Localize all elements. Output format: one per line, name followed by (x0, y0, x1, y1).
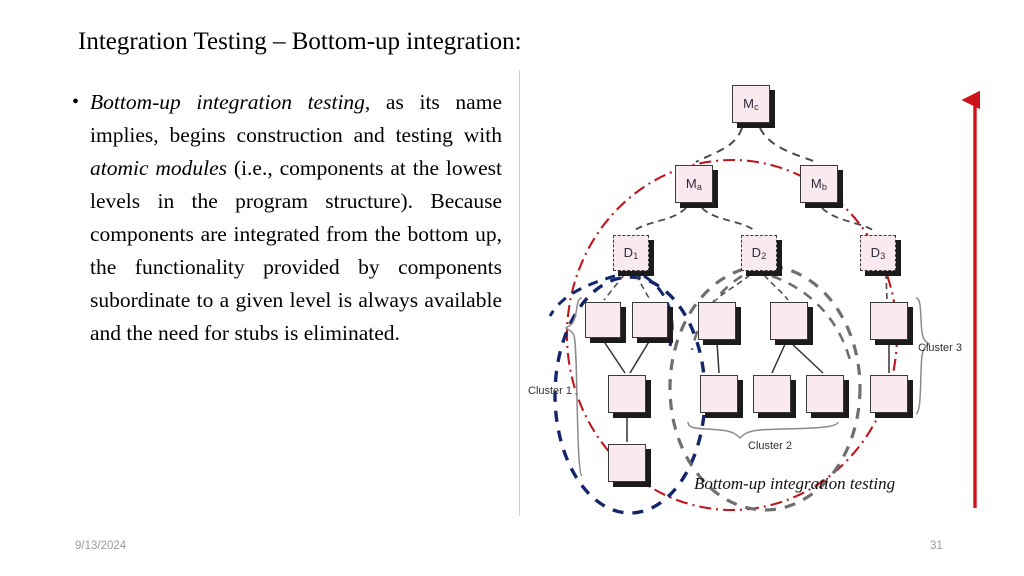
connector-c1a-c1c (602, 339, 626, 374)
body-text: (i.e., components at the lowest levels i… (90, 156, 502, 345)
driver-node-d1-label: D1 (623, 245, 639, 261)
component-box (608, 444, 646, 482)
connector-c2b-c2e (789, 341, 824, 374)
cluster-label-cluster1: Cluster 1 (528, 385, 573, 397)
module-node-mb: Mb (800, 165, 838, 203)
footer-date: 9/13/2024 (75, 540, 127, 552)
connector-d3-c3a (885, 272, 888, 301)
driver-node-d2: D2 (741, 235, 777, 271)
module-node-mc-label: Mc (743, 96, 759, 112)
footer-page-number: 31 (930, 540, 943, 552)
component-box (753, 375, 791, 413)
driver-node-d3: D3 (860, 235, 896, 271)
module-node-mb-label: Mb (810, 176, 828, 192)
driver-node-d3-label: D3 (870, 245, 886, 261)
connector-mc-mb (759, 127, 817, 163)
connector-c2a-c2c (716, 341, 720, 374)
figure-caption: Bottom-up integration testing (694, 474, 896, 493)
connector-ma-d1 (631, 207, 687, 233)
cluster-label-cluster3: Cluster 3 (918, 342, 963, 354)
bullet-paragraph: Bottom-up integration testing, as its na… (90, 86, 502, 350)
component-box (806, 375, 844, 413)
diagram-vector-layer (548, 86, 980, 515)
module-node-ma: Ma (675, 165, 713, 203)
body-content: • Bottom-up integration testing, as its … (72, 86, 502, 350)
cluster2-brace (687, 421, 839, 440)
connector-mb-d3 (821, 207, 877, 233)
connector-c2b-c2d (771, 341, 787, 374)
module-node-mc: Mc (732, 85, 770, 123)
bottom-up-integration-diagram: Mc Ma Mb D1 D2 D3 Cluster 1 Cluster 2 Clus… (520, 70, 980, 520)
component-box (585, 302, 621, 338)
bullet-item: • Bottom-up integration testing, as its … (72, 86, 502, 350)
component-box (632, 302, 668, 338)
component-box (608, 375, 646, 413)
component-box (770, 302, 808, 340)
driver-node-d1: D1 (613, 235, 649, 271)
emphasis-text: atomic modules (90, 156, 228, 180)
component-box (870, 375, 908, 413)
component-box (698, 302, 736, 340)
bullet-marker: • (72, 91, 80, 113)
driver-node-d2-label: D2 (751, 245, 767, 261)
connector-c1b-c1c (629, 339, 651, 374)
connector-ma-d2 (701, 207, 757, 233)
connector-mc-ma (695, 127, 743, 163)
component-box (700, 375, 738, 413)
page-title: Integration Testing – Bottom-up integrat… (78, 28, 522, 55)
module-node-ma-label: Ma (685, 176, 703, 192)
component-box (870, 302, 908, 340)
cluster-label-cluster2: Cluster 2 (748, 440, 793, 452)
cluster3-brace (915, 297, 931, 415)
emphasis-text: Bottom-up integration testing, (90, 90, 371, 114)
